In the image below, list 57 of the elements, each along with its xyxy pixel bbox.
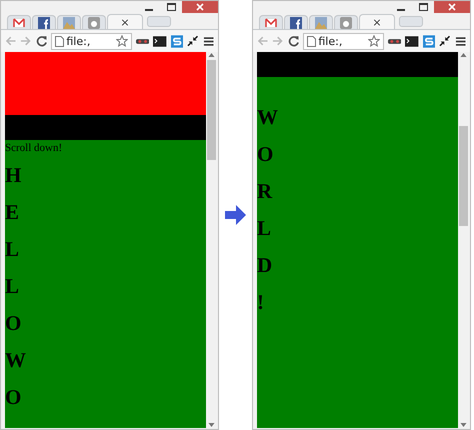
letter-heading: H: [5, 163, 22, 189]
collapse-icon: [187, 35, 199, 47]
letter-heading: W: [257, 105, 278, 131]
letter-heading: L: [257, 216, 272, 242]
image-icon: [315, 16, 327, 28]
mask-icon: [388, 36, 402, 46]
browser-tab[interactable]: ×: [107, 14, 143, 29]
caption-text: Scroll down!: [5, 142, 64, 154]
letter-heading: E: [5, 200, 20, 226]
scroll-down-icon: [460, 422, 467, 428]
star-icon: [368, 35, 380, 47]
terminal-icon: [153, 36, 167, 46]
close-button[interactable]: [434, 1, 470, 13]
address-field[interactable]: file:,: [303, 32, 384, 50]
browser-tab[interactable]: [82, 15, 106, 29]
address-field[interactable]: file:,: [51, 32, 132, 50]
letter-heading: L: [5, 274, 20, 300]
close-icon: [196, 3, 204, 11]
letter-heading: O: [5, 311, 22, 337]
browser-tab[interactable]: ×: [359, 14, 395, 29]
maximize-icon: [418, 3, 428, 11]
browser-tab[interactable]: [7, 15, 31, 29]
terminal-icon: [405, 36, 419, 46]
letter-heading: W: [5, 348, 26, 374]
page-icon: [307, 36, 316, 46]
scroll-down-icon: [208, 422, 215, 428]
s-logo-icon: [170, 34, 184, 48]
letter-heading: R: [257, 179, 272, 205]
forward-icon: [272, 35, 284, 47]
letter-heading: L: [5, 237, 20, 263]
close-icon: [448, 3, 456, 11]
back-icon: [5, 35, 16, 47]
close-button[interactable]: [182, 1, 218, 13]
letter-heading: O: [5, 385, 22, 411]
browser-tab[interactable]: [32, 15, 56, 29]
scrollbar-thumb[interactable]: [459, 126, 468, 226]
scrollbar-thumb[interactable]: [207, 60, 216, 160]
menu-icon: [202, 36, 214, 46]
browser-tab[interactable]: [284, 15, 308, 29]
letter-heading: D: [257, 253, 272, 279]
menu-icon: [454, 36, 466, 46]
maximize-icon: [166, 3, 176, 11]
browser-tab[interactable]: [259, 15, 283, 29]
right-arrow-icon: [224, 204, 246, 226]
reload-icon: [288, 35, 300, 47]
back-icon: [257, 35, 268, 47]
mask-icon: [136, 36, 150, 46]
s-logo-icon: [422, 34, 436, 48]
star-icon: [116, 35, 128, 47]
forward-icon: [20, 35, 32, 47]
image-icon: [63, 16, 75, 28]
letter-heading: !: [257, 290, 264, 316]
reload-icon: [36, 35, 48, 47]
collapse-icon: [439, 35, 451, 47]
letter-heading: O: [257, 142, 274, 168]
browser-tab[interactable]: [334, 15, 358, 29]
page-icon: [55, 36, 64, 46]
